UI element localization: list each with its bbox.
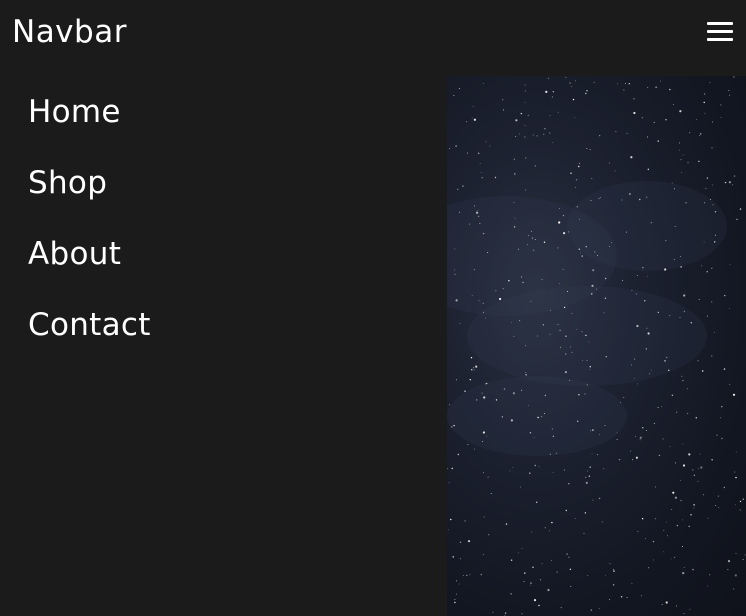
nav-item-shop: Shop <box>0 147 447 218</box>
nav-link-home[interactable]: Home <box>0 76 447 134</box>
menu-bar-bottom <box>707 38 733 41</box>
nav-menu: Home Shop About Contact <box>0 76 447 616</box>
nav-link-contact[interactable]: Contact <box>0 289 447 347</box>
menu-bar-middle <box>707 30 733 33</box>
stars-layer <box>447 76 746 616</box>
navbar-brand[interactable]: Navbar <box>12 12 127 52</box>
starry-sky-image <box>447 76 746 616</box>
menu-bar-top <box>707 22 733 25</box>
nav-item-contact: Contact <box>0 289 447 360</box>
nav-item-about: About <box>0 218 447 289</box>
nav-list: Home Shop About Contact <box>0 76 447 360</box>
hamburger-menu-icon[interactable] <box>707 22 733 42</box>
page: Navbar Home Shop About Contact <box>0 0 746 616</box>
nav-link-shop[interactable]: Shop <box>0 147 447 205</box>
nav-link-about[interactable]: About <box>0 218 447 276</box>
nav-item-home: Home <box>0 76 447 147</box>
navbar: Navbar <box>0 0 746 76</box>
